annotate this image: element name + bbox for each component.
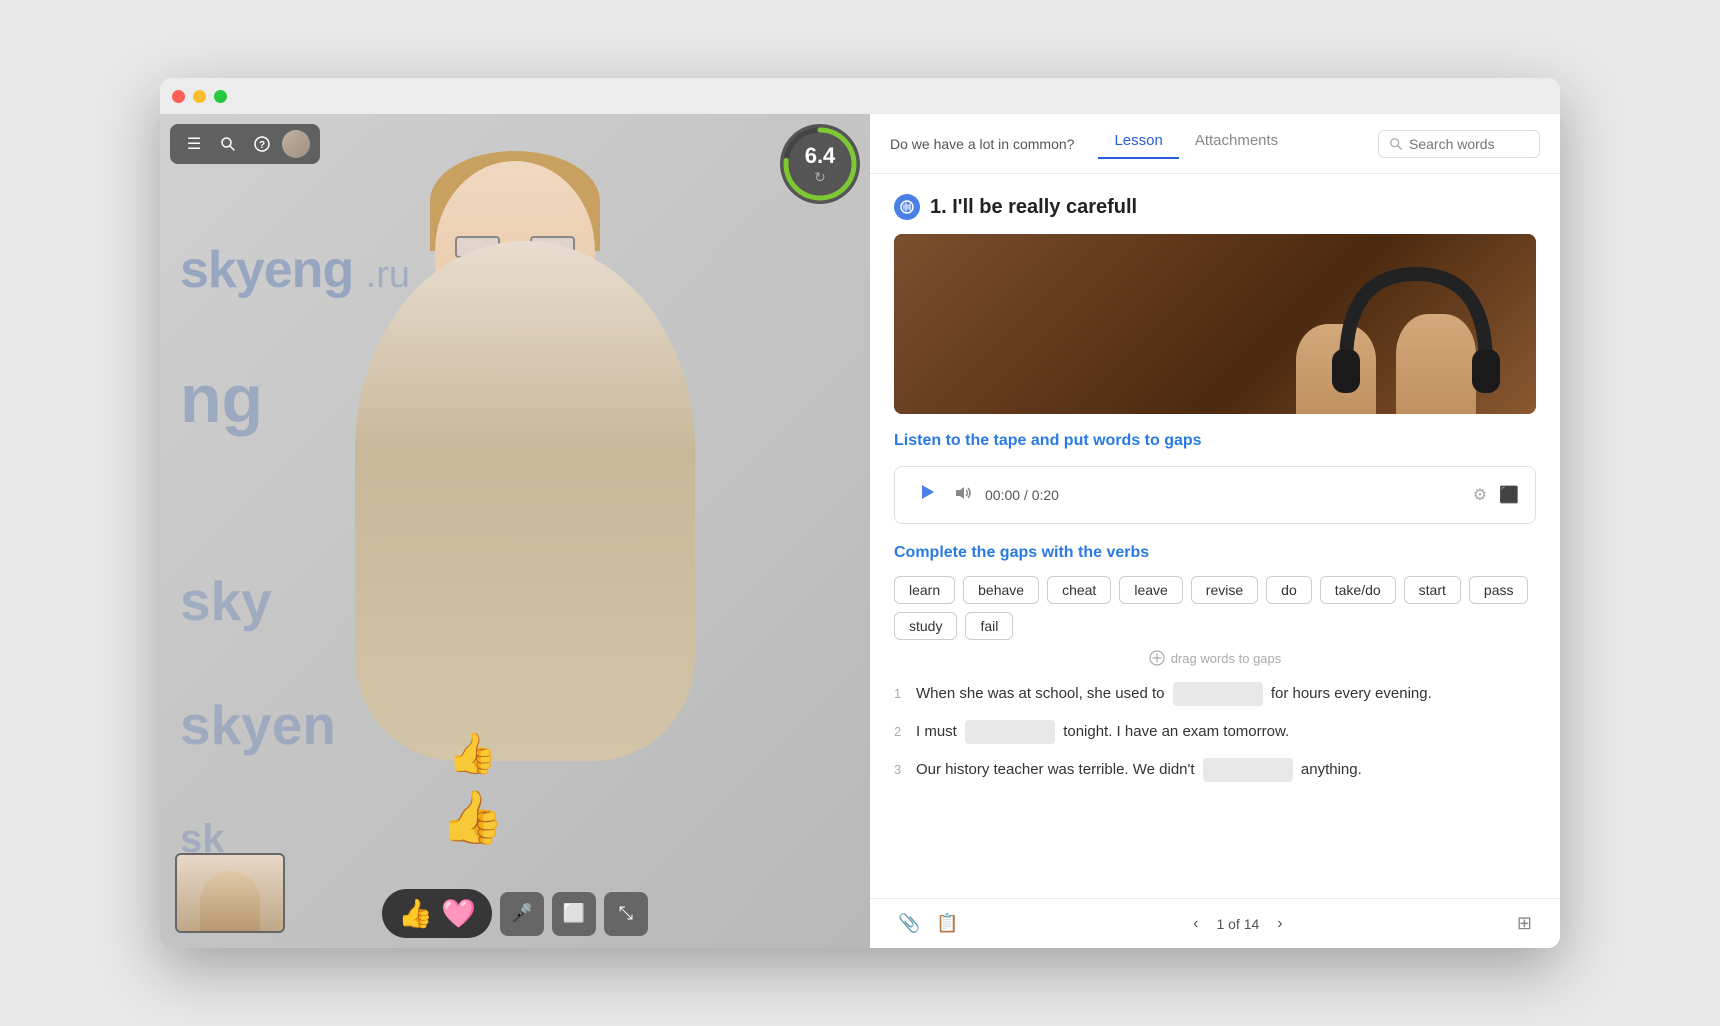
self-thumbnail <box>175 853 285 933</box>
sentence-1-text: When she was at school, she used to for … <box>916 682 1432 706</box>
sentence-list: 1 When she was at school, she used to fo… <box>894 682 1536 782</box>
word-tag-fail[interactable]: fail <box>965 612 1013 640</box>
search-input[interactable] <box>1409 136 1529 152</box>
lesson-content: 1. I'll be really carefull <box>870 174 1560 898</box>
titlebar <box>160 78 1560 114</box>
heart-reaction[interactable]: 🩷 <box>441 897 476 930</box>
tab-attachments[interactable]: Attachments <box>1179 128 1294 159</box>
lesson-header: Do we have a lot in common? Lesson Attac… <box>870 114 1560 174</box>
video-toolbar: ☰ ? <box>170 124 320 164</box>
volume-button[interactable] <box>955 485 973 506</box>
reaction-bar: 👍 🩷 <box>382 889 492 938</box>
word-tag-takedo[interactable]: take/do <box>1320 576 1396 604</box>
self-video <box>177 855 283 931</box>
page-navigation: ‹ 1 of 14 › <box>1185 911 1290 937</box>
audio-settings-button[interactable]: ⚙ <box>1473 485 1487 505</box>
sentence-num-2: 2 <box>894 722 910 743</box>
word-tag-leave[interactable]: leave <box>1119 576 1182 604</box>
score-badge: 6.4 ↻ <box>780 124 860 204</box>
section-icon <box>894 194 920 220</box>
blank-1[interactable] <box>1173 682 1263 706</box>
lesson-course-title: Do we have a lot in common? <box>890 136 1074 152</box>
word-tag-behave[interactable]: behave <box>963 576 1039 604</box>
video-background: skyeng .ru ng sky skyen <box>160 114 870 948</box>
audio-captions-button[interactable]: ⬛ <box>1499 485 1519 505</box>
search-icon <box>1389 137 1403 151</box>
lesson-image <box>894 234 1536 414</box>
emoji-2: 👍 <box>440 787 505 848</box>
menu-button[interactable]: ☰ <box>180 130 208 158</box>
export-button[interactable]: ⊞ <box>1509 909 1540 938</box>
section-header: 1. I'll be really carefull <box>894 194 1536 220</box>
tab-lesson[interactable]: Lesson <box>1098 128 1178 159</box>
audio-player: 00:00 / 0:20 ⚙ ⬛ <box>894 466 1536 524</box>
mic-button[interactable]: 🎤 <box>500 892 544 936</box>
word-tags-container: learn behave cheat leave revise do take/… <box>894 576 1536 640</box>
help-button[interactable]: ? <box>248 130 276 158</box>
teacher-body <box>355 241 695 761</box>
close-dot[interactable] <box>172 90 185 103</box>
emoji-1: 👍 <box>447 730 497 777</box>
sentence-2: 2 I must tonight. I have an exam tomorro… <box>894 720 1536 744</box>
user-avatar <box>282 130 310 158</box>
word-tag-cheat[interactable]: cheat <box>1047 576 1111 604</box>
play-button[interactable] <box>911 479 943 511</box>
video-panel: skyeng .ru ng sky skyen <box>160 114 870 948</box>
word-tag-do[interactable]: do <box>1266 576 1312 604</box>
sentence-2-text: I must tonight. I have an exam tomorrow. <box>916 720 1289 744</box>
attachment-button[interactable]: 📎 <box>890 909 928 938</box>
refresh-icon: ↻ <box>814 169 826 186</box>
teacher-video <box>160 114 870 868</box>
maximize-dot[interactable] <box>214 90 227 103</box>
prev-page-button[interactable]: ‹ <box>1185 911 1206 937</box>
sentence-num-3: 3 <box>894 760 910 781</box>
search-box[interactable] <box>1378 130 1540 158</box>
audio-icon <box>900 200 914 214</box>
notes-button[interactable]: 📋 <box>928 909 966 938</box>
score-circle: 6.4 ↻ <box>780 124 860 204</box>
section-title: 1. I'll be really carefull <box>930 196 1137 219</box>
sentence-num-1: 1 <box>894 684 910 705</box>
score-value: 6.4 <box>805 143 836 169</box>
word-tag-learn[interactable]: learn <box>894 576 955 604</box>
search-icon <box>220 136 236 152</box>
thumbs-up-reaction[interactable]: 👍 <box>398 897 433 930</box>
app-window: skyeng .ru ng sky skyen <box>160 78 1560 948</box>
word-tag-revise[interactable]: revise <box>1191 576 1258 604</box>
page-info: 1 of 14 <box>1216 916 1259 932</box>
lesson-footer: 📎 📋 ‹ 1 of 14 › ⊞ <box>870 898 1560 948</box>
gaps-section-title: Complete the gaps with the verbs <box>894 544 1536 562</box>
play-icon <box>918 483 936 501</box>
search-button[interactable] <box>214 130 242 158</box>
content-area: skyeng .ru ng sky skyen <box>160 114 1560 948</box>
sentence-1: 1 When she was at school, she used to fo… <box>894 682 1536 706</box>
screen-share-button[interactable]: ⬜ <box>552 892 596 936</box>
svg-text:?: ? <box>259 140 265 151</box>
word-tag-pass[interactable]: pass <box>1469 576 1529 604</box>
minimize-button[interactable]: ⤡ <box>604 892 648 936</box>
emoji-reactions: 👍 👍 <box>440 730 505 848</box>
audio-time: 00:00 / 0:20 <box>985 487 1059 503</box>
lesson-panel: Do we have a lot in common? Lesson Attac… <box>870 114 1560 948</box>
blank-3[interactable] <box>1203 758 1293 782</box>
minimize-dot[interactable] <box>193 90 206 103</box>
volume-icon <box>955 485 973 501</box>
help-icon: ? <box>254 136 270 152</box>
sentence-3-text: Our history teacher was terrible. We did… <box>916 758 1362 782</box>
sentence-3: 3 Our history teacher was terrible. We d… <box>894 758 1536 782</box>
word-tag-start[interactable]: start <box>1404 576 1461 604</box>
drag-hint: drag words to gaps <box>894 650 1536 666</box>
blank-2[interactable] <box>965 720 1055 744</box>
instruction-text: Listen to the tape and put words to gaps <box>894 432 1536 450</box>
headphones-svg <box>1316 244 1516 404</box>
word-tag-study[interactable]: study <box>894 612 957 640</box>
drag-icon <box>1149 650 1165 666</box>
lesson-tabs: Lesson Attachments <box>1098 128 1378 159</box>
next-page-button[interactable]: › <box>1269 911 1290 937</box>
